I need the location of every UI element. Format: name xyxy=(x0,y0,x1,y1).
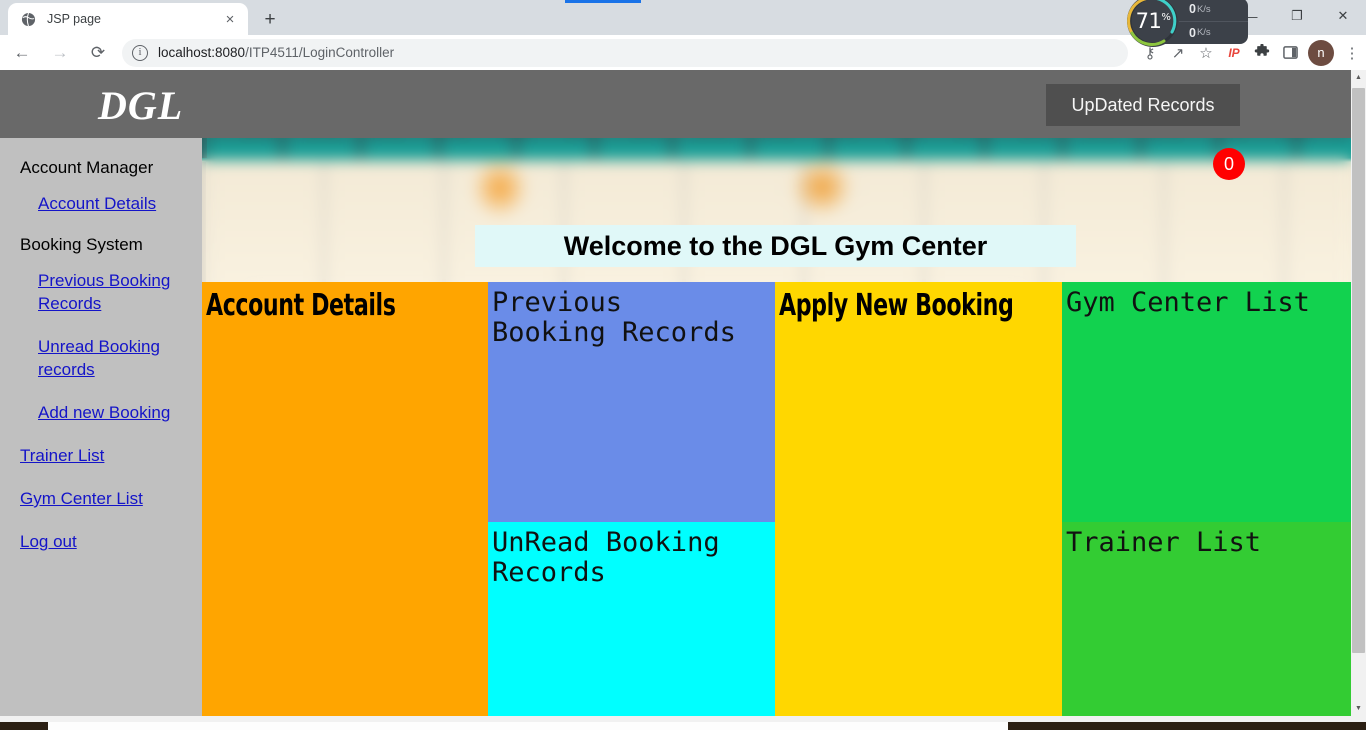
bottom-edge-segment xyxy=(48,722,1008,730)
extensions-puzzle-icon[interactable] xyxy=(1248,38,1276,68)
site-header: DGL UpDated Records xyxy=(0,70,1351,138)
globe-icon xyxy=(20,11,36,27)
tile-apply-new-booking[interactable]: Apply New Booking xyxy=(775,282,1062,730)
maximize-icon[interactable]: ❐ xyxy=(1274,0,1320,32)
sidebar-item-account-details[interactable]: Account Details xyxy=(0,192,202,215)
sidebar-item-log-out[interactable]: Log out xyxy=(0,530,202,553)
avatar[interactable]: n xyxy=(1308,39,1334,66)
download-speed-unit: K/s xyxy=(1196,27,1211,39)
forward-icon[interactable]: → xyxy=(44,37,76,69)
percent-sign: % xyxy=(1161,12,1171,23)
scroll-down-icon[interactable]: ▼ xyxy=(1351,701,1366,716)
vertical-scrollbar[interactable]: ▲ ▼ xyxy=(1351,70,1366,716)
url-host: localhost:8080 xyxy=(158,45,246,60)
welcome-banner: Welcome to the DGL Gym Center xyxy=(475,225,1076,267)
scroll-up-icon[interactable]: ▲ xyxy=(1351,70,1366,85)
sidebar-group-booking-system: Booking System xyxy=(20,235,143,254)
upload-speed-value: 0 xyxy=(1189,2,1196,17)
cpu-percent-value: 71% xyxy=(1135,9,1171,33)
updated-records-button[interactable]: UpDated Records xyxy=(1046,84,1240,126)
tile-previous-booking-records[interactable]: Previous Booking Records xyxy=(488,282,775,522)
url-text: localhost:8080/ITP4511/LoginController xyxy=(158,45,394,60)
back-icon[interactable]: ← xyxy=(6,37,38,69)
tile-gym-center-list[interactable]: Gym Center List xyxy=(1062,282,1351,522)
download-speed-value: 0 xyxy=(1189,25,1196,40)
close-icon[interactable]: × xyxy=(220,9,240,29)
vertical-scrollbar-thumb[interactable] xyxy=(1352,88,1365,653)
url-path: /ITP4511/LoginController xyxy=(245,45,395,60)
overflow-menu-icon[interactable]: ⋮ xyxy=(1338,38,1366,68)
updated-records-badge: 0 xyxy=(1213,148,1245,180)
tab-title: JSP page xyxy=(47,12,101,26)
tile-gym-center-list-label: Gym Center List xyxy=(1066,287,1310,318)
tile-apply-new-booking-label: Apply New Booking xyxy=(779,288,1014,323)
site-logo[interactable]: DGL xyxy=(98,82,183,129)
tile-unread-booking-records-label: UnRead Booking Records xyxy=(492,527,720,588)
site-info-icon[interactable]: i xyxy=(132,44,148,61)
browser-window: JSP page × + — ❐ ✕ ← → ⟳ i localhost:808… xyxy=(0,0,1366,730)
tab-drag-indicator xyxy=(565,0,641,3)
system-monitor-overlay[interactable]: ↑ 0 K/s ↓ 0 K/s 71% xyxy=(1120,0,1248,48)
tile-previous-booking-records-label: Previous Booking Records xyxy=(492,287,736,348)
page-viewport: DGL UpDated Records 0 Account Manager Ac… xyxy=(0,70,1366,730)
sidebar-item-add-new-booking[interactable]: Add new Booking xyxy=(0,401,202,424)
tile-trainer-list-label: Trainer List xyxy=(1066,527,1262,558)
side-panel-icon[interactable] xyxy=(1276,38,1304,68)
cpu-usage-gauge[interactable]: 71% xyxy=(1120,0,1186,48)
address-bar[interactable]: i localhost:8080/ITP4511/LoginController xyxy=(122,38,1128,67)
sidebar-item-unread-booking-records[interactable]: Unread Booking records xyxy=(0,335,202,381)
reload-icon[interactable]: ⟳ xyxy=(82,37,114,69)
window-close-icon[interactable]: ✕ xyxy=(1320,0,1366,32)
sidebar: Account Manager Account Details Booking … xyxy=(0,138,202,730)
browser-tab[interactable]: JSP page × xyxy=(8,3,248,35)
sidebar-item-trainer-list[interactable]: Trainer List xyxy=(0,444,202,467)
window-bottom-edge xyxy=(0,722,1366,730)
tile-trainer-list[interactable]: Trainer List xyxy=(1062,522,1351,730)
sidebar-item-previous-booking-records[interactable]: Previous Booking Records xyxy=(0,269,202,315)
sidebar-item-gym-center-list[interactable]: Gym Center List xyxy=(0,487,202,510)
sidebar-group-account-manager: Account Manager xyxy=(20,158,154,177)
upload-speed-unit: K/s xyxy=(1196,3,1211,15)
tile-account-details[interactable]: Account Details xyxy=(202,282,488,730)
tile-account-details-label: Account Details xyxy=(206,288,396,323)
tile-unread-booking-records[interactable]: UnRead Booking Records xyxy=(488,522,775,730)
new-tab-button[interactable]: + xyxy=(256,6,284,34)
window-controls: — ❐ ✕ xyxy=(1228,0,1366,32)
